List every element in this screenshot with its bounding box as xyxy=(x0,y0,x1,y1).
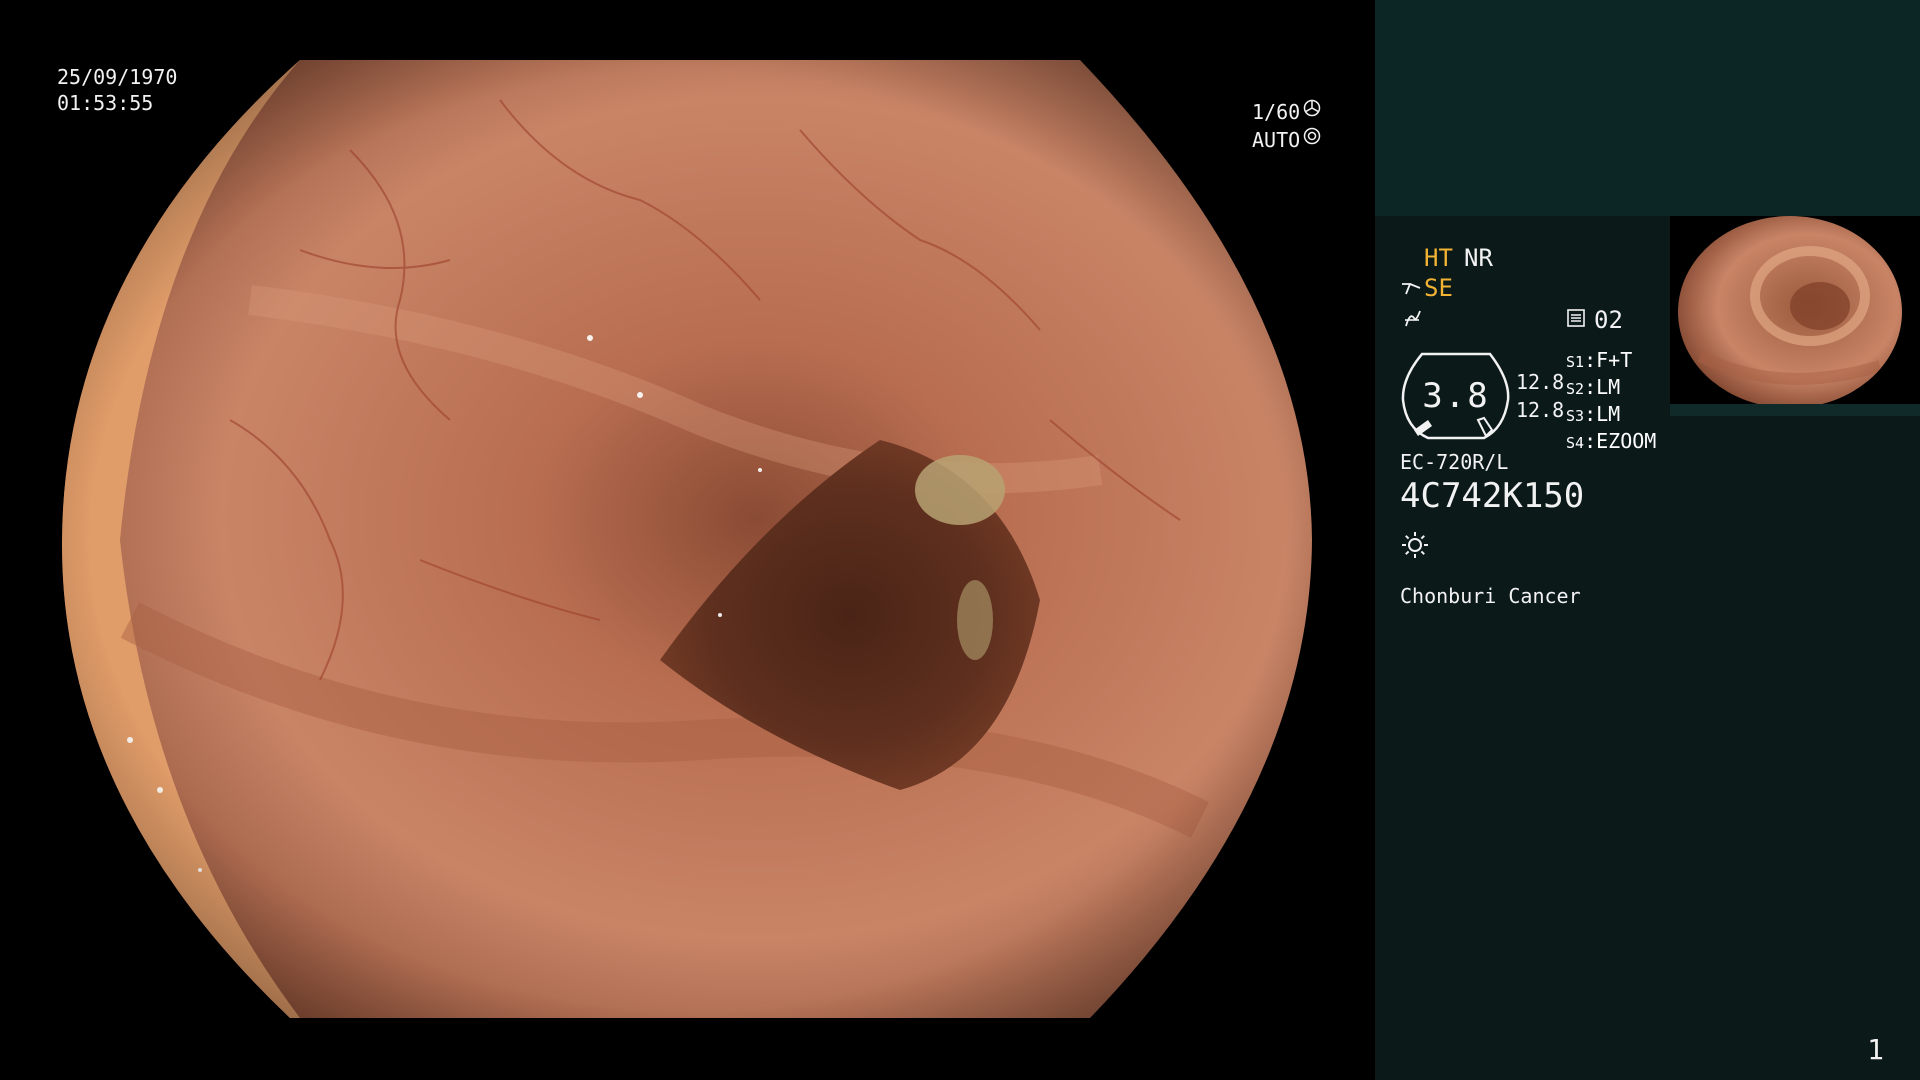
ht-label: HT xyxy=(1424,244,1453,272)
side-panel-header xyxy=(1375,0,1920,216)
page-number: 1 xyxy=(1867,1033,1884,1066)
shutter-speed-text: 1/60 xyxy=(1252,100,1301,124)
scope-model: EC-720R/L xyxy=(1400,450,1509,474)
exposure-overlay: 1/60 AUTO xyxy=(1252,98,1321,154)
structure-enhance-icon xyxy=(1400,278,1422,302)
switch-item: S2:LM xyxy=(1566,375,1621,399)
switch-item: S3:LM xyxy=(1566,402,1621,426)
nr-label: NR xyxy=(1464,244,1493,272)
color-enhance-icon xyxy=(1402,308,1424,332)
scope-serial: 4C742K150 xyxy=(1400,476,1585,516)
light-source-icon xyxy=(1400,530,1430,564)
capture-thumbnail[interactable] xyxy=(1670,216,1920,416)
date-time-overlay: 25/09/1970 01:53:55 xyxy=(57,64,177,116)
memory-value: 02 xyxy=(1594,306,1623,334)
endoscope-view: 25/09/1970 01:53:55 1/60 AUTO xyxy=(0,0,1375,1080)
institution-name: Chonburi Cancer xyxy=(1400,584,1581,608)
iris-icon xyxy=(1303,126,1321,154)
memory-icon xyxy=(1566,308,1586,332)
aperture-icon xyxy=(1303,98,1321,126)
switch-item: S1:F+T xyxy=(1566,348,1633,372)
se-label: SE xyxy=(1424,274,1453,302)
gauge-right-marker xyxy=(1476,416,1494,438)
thumbnail-caption-bar xyxy=(1670,404,1920,416)
switch-item: S4:EZOOM xyxy=(1566,429,1657,453)
switch-list: S1:F+T S2:LM S3:LM S4:EZOOM xyxy=(1566,348,1656,456)
gauge-left-marker xyxy=(1414,420,1432,436)
exposure-mode-text: AUTO xyxy=(1252,128,1301,152)
thumbnail-image xyxy=(1678,216,1902,408)
zoom-top-value: 12.8 xyxy=(1516,370,1565,394)
gauge-value: 3.8 xyxy=(1422,376,1490,416)
date-text: 25/09/1970 xyxy=(57,65,178,89)
endoscopy-image xyxy=(61,60,1312,1018)
time-text: 01:53:55 xyxy=(57,91,154,115)
zoom-bottom-value: 12.8 xyxy=(1516,398,1565,422)
